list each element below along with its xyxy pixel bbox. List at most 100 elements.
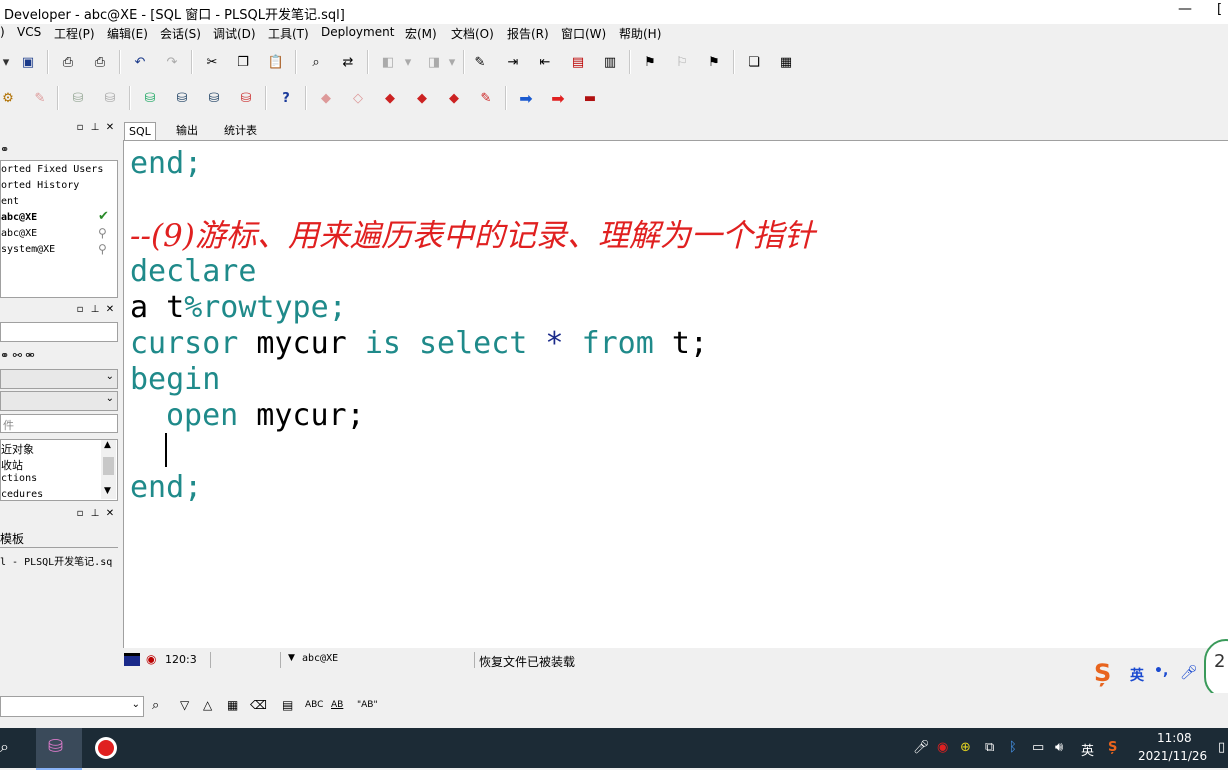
filter-input[interactable] — [0, 322, 118, 342]
panel-pin-icon[interactable]: ⊥ — [89, 508, 101, 520]
menu-item-document[interactable]: 文档(O) — [451, 25, 494, 42]
menu-item-macro[interactable]: 宏(M) — [405, 25, 437, 42]
match-case-toggle[interactable]: ABC — [305, 700, 323, 710]
bookmark-next-icon[interactable]: ⚑ — [704, 52, 724, 72]
unindent-icon[interactable]: ⇤ — [535, 52, 555, 72]
whole-word-toggle[interactable]: AB — [331, 700, 343, 710]
chevron-down-icon[interactable]: ⌄ — [132, 699, 140, 710]
clear-icon[interactable]: ⌫ — [250, 698, 267, 712]
indent-icon[interactable]: ⇥ — [503, 52, 523, 72]
document-edit-icon[interactable]: ✎ — [470, 52, 490, 72]
volume-icon[interactable]: 🔊︎ — [1055, 740, 1063, 755]
list-item[interactable]: system@XE — [1, 244, 55, 255]
commit-icon[interactable]: ⛁ — [68, 88, 88, 108]
object-toolbar-icons[interactable]: ⚭ ⚯ ⚮ — [0, 349, 35, 362]
plus-tray-icon[interactable]: ⊕ — [960, 740, 971, 755]
maximize-button[interactable]: [ — [1217, 2, 1228, 20]
panel-restore-icon[interactable]: ▫ — [74, 122, 86, 134]
bookmark-icon[interactable]: ⚑ — [640, 52, 660, 72]
floating-ball[interactable]: 2 — [1204, 639, 1228, 699]
save-icon[interactable]: ▣ — [18, 52, 38, 72]
battery-icon[interactable]: ▭ — [1032, 740, 1044, 755]
bluetooth-icon[interactable]: ᛒ — [1009, 740, 1017, 755]
notification-icon[interactable]: ▯ — [1218, 740, 1225, 755]
templates-label[interactable]: 模板 — [0, 530, 24, 547]
copy-icon[interactable]: ❐ — [233, 52, 253, 72]
regex-toggle[interactable]: "AB" — [357, 700, 378, 710]
debug-brush-icon[interactable]: ✎ — [476, 88, 496, 108]
list-item[interactable]: ctions — [1, 473, 37, 484]
debug-run-icon[interactable]: ◆ — [380, 88, 400, 108]
scroll-down-icon[interactable]: ▼ — [104, 486, 111, 496]
list-item[interactable]: orted Fixed Users — [1, 164, 103, 175]
connections-list[interactable]: orted Fixed Users orted History ent abc@… — [0, 160, 118, 298]
help-icon[interactable]: ? — [276, 88, 296, 108]
menu-item-report[interactable]: 报告(R) — [507, 25, 549, 42]
menu-item-window[interactable]: 窗口(W) — [561, 25, 606, 42]
uncomment-icon[interactable]: ▥ — [600, 52, 620, 72]
list-item[interactable]: cedures — [1, 489, 43, 499]
panel-pin-icon[interactable]: ⊥ — [89, 122, 101, 134]
paste-icon[interactable]: 📋 — [266, 52, 286, 72]
replace-icon[interactable]: ⇄ — [338, 52, 358, 72]
scroll-thumb[interactable] — [103, 457, 114, 475]
display-tray-icon[interactable]: ⧉ — [985, 740, 994, 755]
search-icon[interactable]: ⌕ — [0, 737, 9, 757]
forward-icon[interactable]: ◨ — [424, 52, 444, 72]
microphone-icon[interactable]: 🎤︎ — [913, 740, 930, 755]
recording-tray-icon[interactable]: ◉ — [937, 740, 948, 755]
menu-item-vcs[interactable]: VCS — [17, 25, 41, 39]
sql-editor[interactable]: end; --(9)游标、用来遍历表中的记录、理解为一个指针 declare a… — [123, 140, 1228, 648]
sogou-tray-icon[interactable]: Ș — [1108, 740, 1117, 755]
forward-dropdown-icon[interactable]: ▾ — [442, 52, 462, 72]
panel-restore-icon[interactable]: ▫ — [74, 304, 86, 316]
menu-item-project[interactable]: 工程(P) — [54, 25, 95, 42]
explain-plan-icon[interactable]: ⛁ — [236, 88, 256, 108]
find-icon[interactable]: ⌕ — [306, 52, 326, 72]
menu-item-tools[interactable]: 工具(T) — [268, 25, 309, 42]
menu-item-fragment[interactable]: ) — [0, 25, 5, 39]
clock-date[interactable]: 2021/11/26 — [1138, 749, 1207, 763]
undo-icon[interactable]: ↶ — [130, 52, 150, 72]
taskbar-app-recorder[interactable] — [92, 734, 120, 762]
list-item[interactable]: 近对象 — [1, 441, 34, 457]
sql-icon[interactable]: ⛁ — [172, 88, 192, 108]
execute-icon[interactable]: ⛁ — [204, 88, 224, 108]
objects-scrollbar[interactable]: ▲ ▼ — [101, 440, 116, 499]
list-item[interactable]: ent — [1, 196, 19, 207]
find-next-icon[interactable]: ▽ — [180, 698, 189, 712]
list-item[interactable]: 收站 — [1, 457, 23, 473]
tab-output[interactable]: 输出 — [172, 122, 202, 139]
back-icon[interactable]: ◧ — [378, 52, 398, 72]
tab-statistics[interactable]: 统计表 — [220, 122, 261, 139]
connection-status[interactable]: abc@XE — [302, 653, 338, 664]
minimize-button[interactable]: — — [1177, 1, 1193, 21]
input-language[interactable]: 英 — [1081, 740, 1094, 759]
ime-punctuation[interactable]: •, — [1154, 663, 1168, 679]
scroll-up-icon[interactable]: ▲ — [104, 440, 111, 450]
type-combo[interactable]: ⌄ — [0, 391, 118, 411]
list-item[interactable]: abc@XE — [1, 228, 37, 239]
menu-item-edit[interactable]: 编辑(E) — [107, 25, 148, 42]
dropdown-arrow-icon[interactable]: ▾ — [0, 52, 16, 72]
panel-pin-icon[interactable]: ⊥ — [89, 304, 101, 316]
arrow-right-red-icon[interactable]: ➡ — [548, 88, 568, 108]
back-dropdown-icon[interactable]: ▾ — [398, 52, 418, 72]
connection-dropdown-icon[interactable]: ▼ — [288, 653, 295, 663]
panel-close-icon[interactable]: ✕ — [104, 122, 116, 134]
gear-icon[interactable]: ⚙ — [0, 88, 18, 108]
tile-windows-icon[interactable]: ▦ — [776, 52, 796, 72]
panel-close-icon[interactable]: ✕ — [104, 508, 116, 520]
menu-item-help[interactable]: 帮助(H) — [619, 25, 661, 42]
comment-icon[interactable]: ▤ — [568, 52, 588, 72]
menu-item-debug[interactable]: 调试(D) — [213, 25, 256, 42]
redo-icon[interactable]: ↷ — [162, 52, 182, 72]
arrow-right-blue-icon[interactable]: ➡ — [516, 88, 536, 108]
highlight-icon[interactable]: ▦ — [227, 698, 238, 712]
windows-list-icon[interactable]: ❏ — [744, 52, 764, 72]
debug-step-icon[interactable]: ◆ — [412, 88, 432, 108]
document-search-input[interactable]: 件 — [0, 414, 118, 433]
find-icon[interactable]: ⌕ — [152, 698, 159, 713]
cut-icon[interactable]: ✂ — [202, 52, 222, 72]
debug-erase-icon[interactable]: ◇ — [348, 88, 368, 108]
